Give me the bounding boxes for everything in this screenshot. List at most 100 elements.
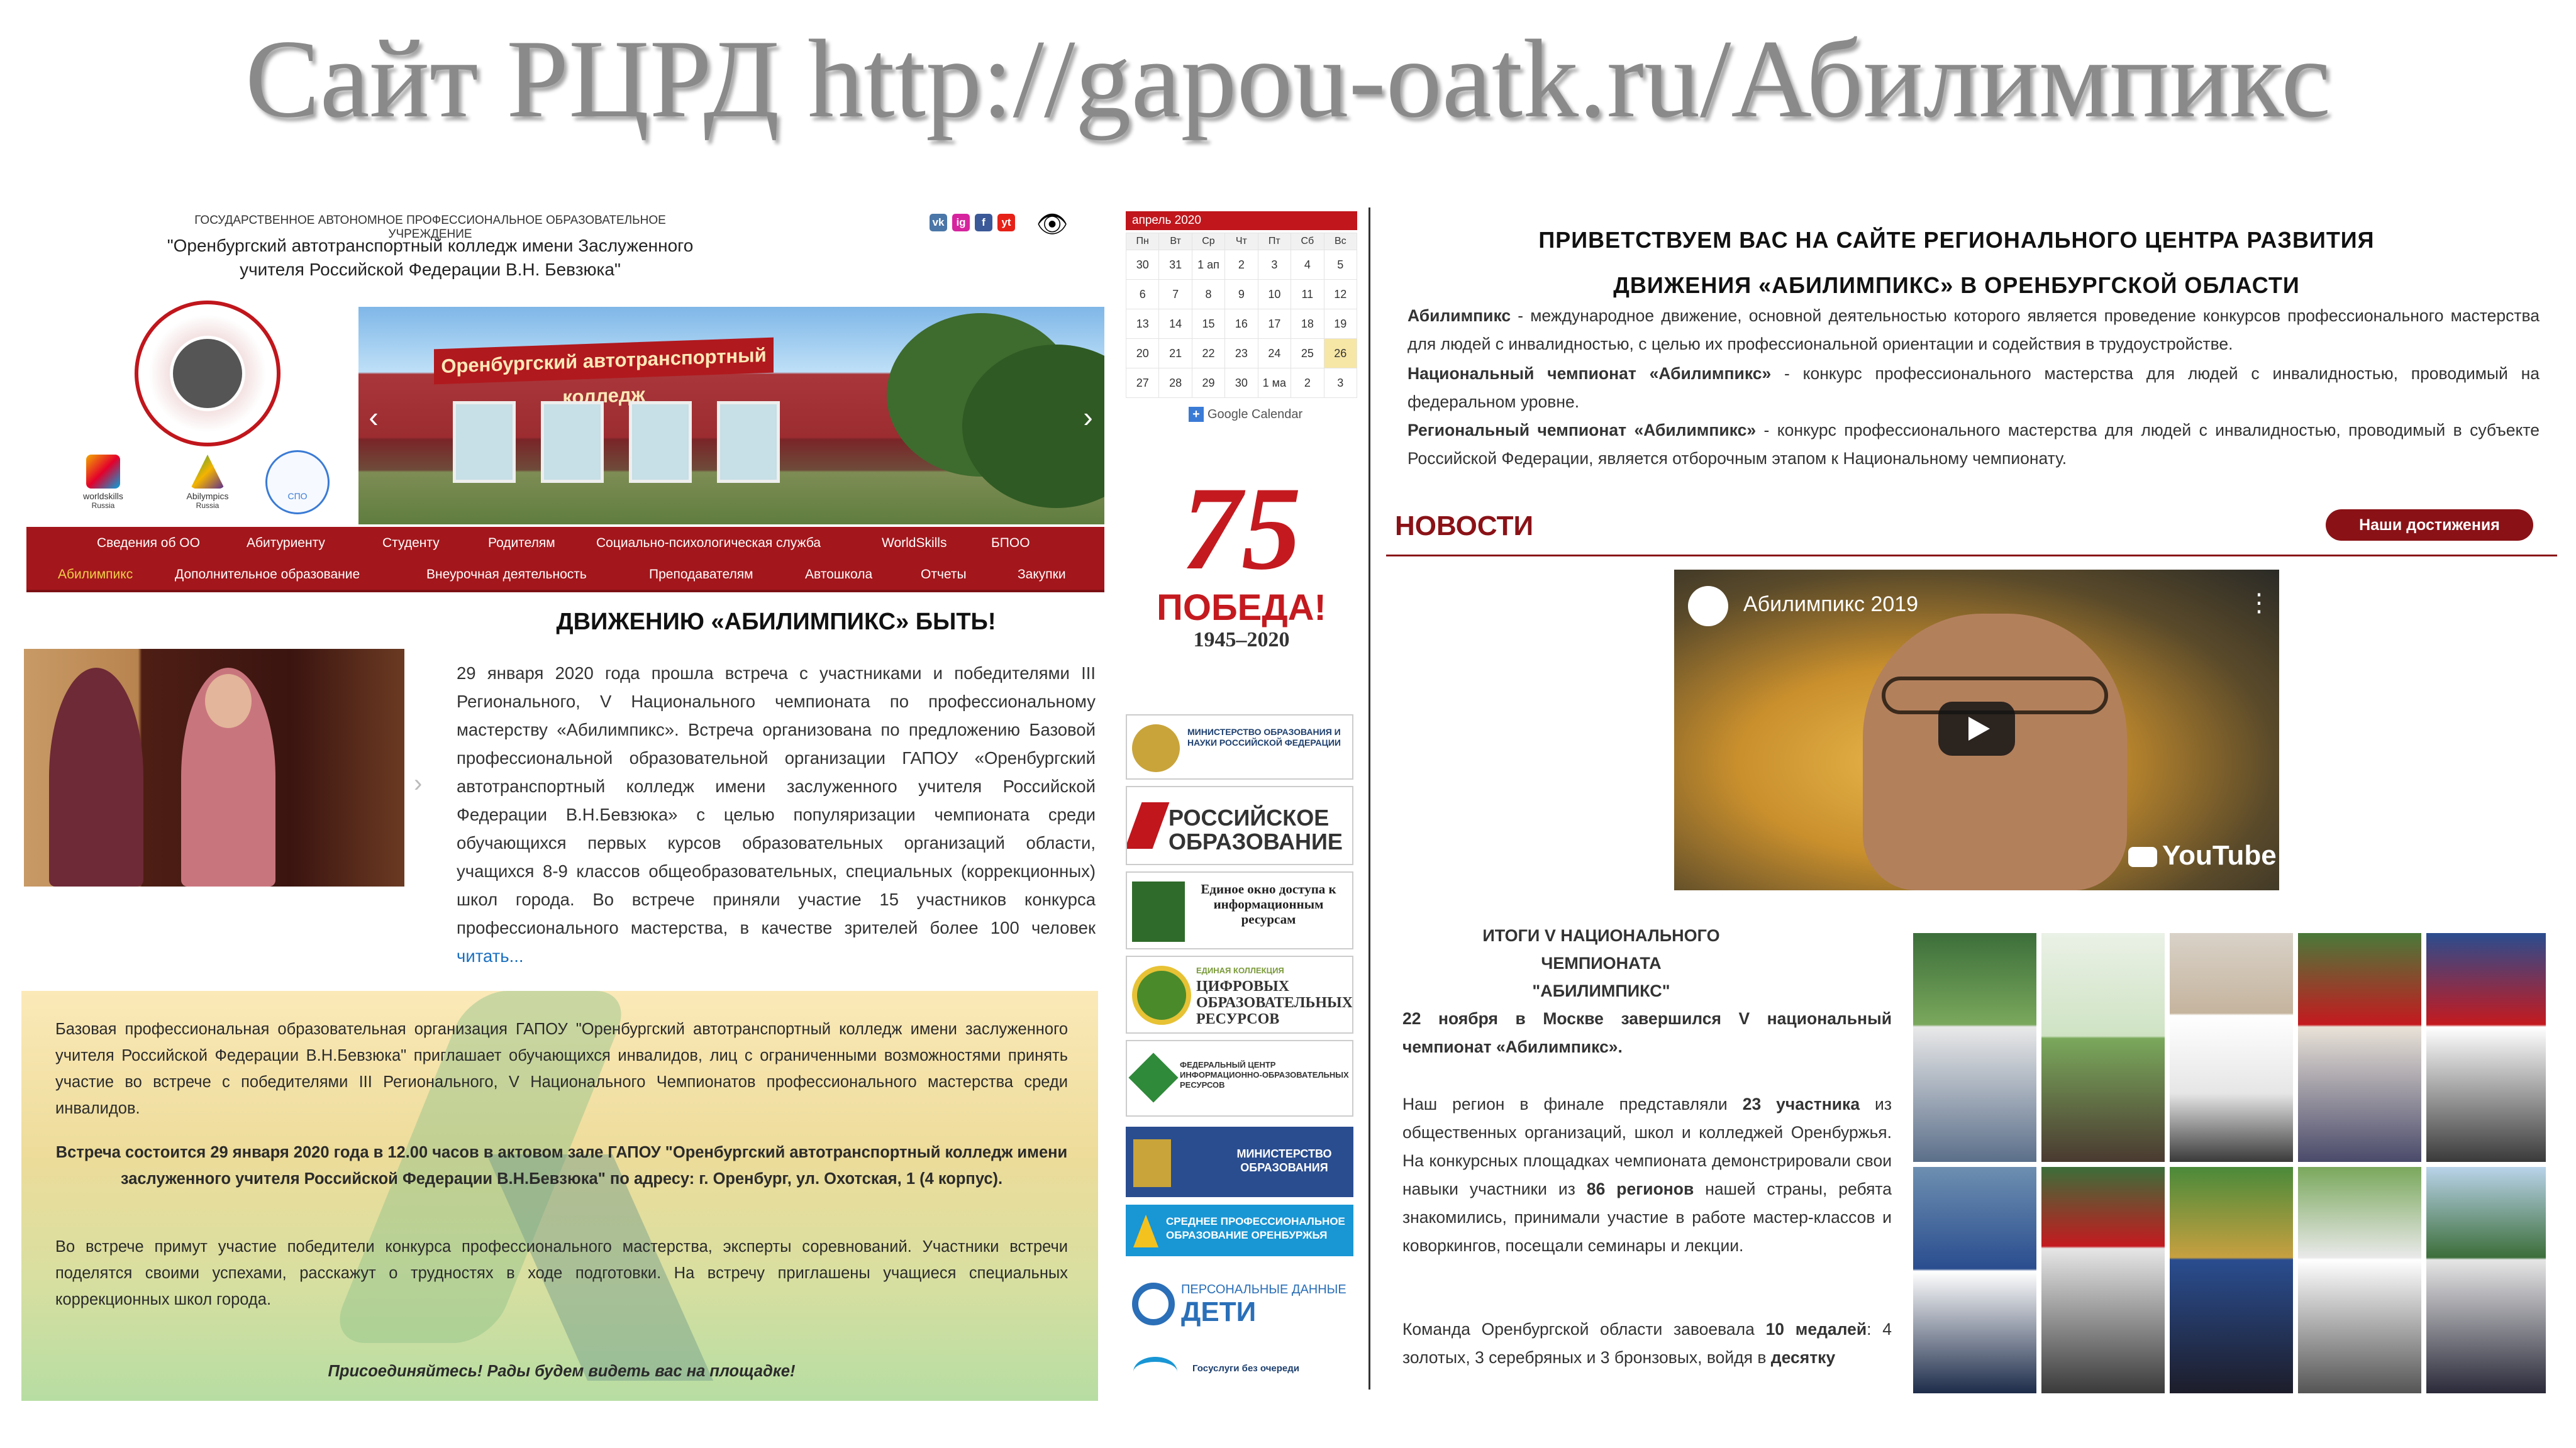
calendar-day[interactable]: 7 [1158,279,1192,309]
article-text: 29 января 2020 года прошла встреча с уча… [457,663,1096,937]
nav-item[interactable]: WorldSkills [882,536,947,551]
russian-education-banner[interactable]: РОССИЙСКОЕ ОБРАЗОВАНИЕ [1126,786,1353,865]
nav-item[interactable]: Студенту [382,536,440,551]
google-calendar-link[interactable]: + Google Calendar [1189,405,1357,424]
results-p2: Наш регион в финале представляли 23 учас… [1402,1090,1892,1260]
calendar-day[interactable]: 6 [1126,279,1160,309]
slider-next-icon[interactable]: › [1075,401,1101,433]
more-options-icon[interactable]: ⋮ [2246,589,2272,617]
nav-item[interactable]: Сведения об ОО [97,536,200,551]
calendar-day[interactable]: 14 [1158,309,1192,339]
youtube-icon[interactable]: yt [997,214,1015,231]
participant-photo[interactable] [2170,933,2293,1162]
flame-icon [1127,802,1170,849]
achievements-button[interactable]: Наши достижения [2326,509,2533,541]
slider-prev-icon[interactable]: ‹ [361,401,386,433]
article-photo[interactable] [24,649,404,887]
calendar-day[interactable]: 24 [1257,338,1292,368]
participant-photo[interactable] [2298,933,2421,1162]
calendar-day[interactable]: 1 ма [1257,368,1292,398]
play-button-icon[interactable] [1938,702,2015,756]
personal-data-banner[interactable]: ПЕРСОНАЛЬНЫЕ ДАННЫЕ ДЕТИ [1126,1268,1353,1334]
nav-item[interactable]: БПОО [991,536,1030,551]
calendar-day[interactable]: 29 [1191,368,1226,398]
calendar-day[interactable]: 5 [1323,250,1358,280]
cor-line1: ЕДИНАЯ КОЛЛЕКЦИЯ [1196,966,1284,975]
low-vision-eye-icon[interactable]: 👁 [1033,212,1072,237]
calendar-widget[interactable]: Пн Вт Ср Чт Пт Сб Вс 30 31 1 ап 2 3 4 5 … [1126,233,1358,398]
minobr-banner[interactable]: МИНИСТЕРСТВО ОБРАЗОВАНИЯ И НАУКИ РОССИЙС… [1126,714,1353,780]
gosuslugi-banner[interactable]: Госуслуги без очереди [1126,1349,1353,1387]
calendar-day[interactable]: 1 ап [1191,250,1226,280]
abilympics-logo[interactable]: Abilympics Russia [170,455,245,510]
calendar-day[interactable]: 15 [1191,309,1226,339]
nav-item[interactable]: Автошкола [805,567,872,582]
fcior-banner[interactable]: ФЕДЕРАЛЬНЫЙ ЦЕНТР ИНФОРМАЦИОННО-ОБРАЗОВА… [1126,1040,1353,1117]
chevron-right-icon[interactable]: › [414,770,422,798]
calendar-day[interactable]: 31 [1158,250,1192,280]
nav-item[interactable]: Отчеты [921,567,967,582]
nav-item-active[interactable]: Абилимпикс [58,567,133,582]
participant-photo[interactable] [2041,1167,2165,1393]
instagram-icon[interactable]: ig [952,214,970,231]
facebook-icon[interactable]: f [975,214,992,231]
spo-logo[interactable]: СПО [265,450,330,514]
participant-photo[interactable] [2426,1167,2546,1393]
read-more-link[interactable]: читать... [457,946,524,966]
calendar-day[interactable]: 2 [1224,250,1258,280]
college-logo[interactable] [135,301,280,446]
calendar-day[interactable]: 22 [1191,338,1226,368]
orenburg-minobr-banner[interactable]: МИНИСТЕРСТВО ОБРАЗОВАНИЯ [1126,1127,1353,1197]
calendar-day[interactable]: 8 [1191,279,1226,309]
vk-icon[interactable]: vk [930,214,947,231]
single-window-banner[interactable]: Единое окно доступа к информационным рес… [1126,871,1353,949]
calendar-day-today[interactable]: 26 [1323,338,1358,368]
nav-item[interactable]: Внеурочная деятельность [426,567,587,582]
calendar-day[interactable]: 11 [1291,279,1324,309]
calendar-day[interactable]: 16 [1224,309,1258,339]
calendar-day[interactable]: 19 [1323,309,1358,339]
nav-item[interactable]: Дополнительное образование [175,567,360,582]
calendar-day[interactable]: 28 [1158,368,1192,398]
youtube-logo[interactable]: YouTube [2128,840,2277,871]
cor-banner[interactable]: ЕДИНАЯ КОЛЛЕКЦИЯ ЦИФРОВЫХ ОБРАЗОВАТЕЛЬНЫ… [1126,956,1353,1034]
participant-photo[interactable] [1913,1167,2036,1393]
spo-orenburg-banner[interactable]: СРЕДНЕЕ ПРОФЕССИОНАЛЬНОЕ ОБРАЗОВАНИЕ ОРЕ… [1126,1205,1353,1256]
calendar-day[interactable]: 10 [1257,279,1292,309]
participant-photo[interactable] [2426,933,2546,1162]
building-photo-slider[interactable]: Оренбургский автотранспортный колледж ‹ … [358,307,1104,524]
calendar-day[interactable]: 27 [1126,368,1160,398]
worldskills-logo[interactable]: worldskills Russia [65,455,141,510]
calendar-day[interactable]: 17 [1257,309,1292,339]
calendar-day[interactable]: 18 [1291,309,1324,339]
calendar-day[interactable]: 20 [1126,338,1160,368]
calendar-day[interactable]: 12 [1323,279,1358,309]
calendar-day[interactable]: 30 [1126,250,1160,280]
calendar-day[interactable]: 3 [1323,368,1358,398]
nav-item[interactable]: Закупки [1018,567,1066,582]
participant-photo[interactable] [2170,1167,2293,1393]
video-title[interactable]: Абилимпикс 2019 [1743,592,1918,617]
nav-item[interactable]: Родителям [488,536,555,551]
calendar-day[interactable]: 4 [1291,250,1324,280]
victory-75-banner[interactable]: 75 ПОБЕДА! 1945–2020 [1135,469,1348,708]
calendar-day[interactable]: 9 [1224,279,1258,309]
participant-photo[interactable] [1913,933,2036,1162]
calendar-day[interactable]: 3 [1257,250,1292,280]
calendar-day[interactable]: 30 [1224,368,1258,398]
nav-item[interactable]: Преподавателям [649,567,753,582]
channel-avatar[interactable] [1688,586,1728,626]
calendar-day[interactable]: 2 [1291,368,1324,398]
participant-photo[interactable] [2041,933,2165,1162]
participant-photo[interactable] [2298,1167,2421,1393]
nav-item[interactable]: Абитуриенту [247,536,325,551]
article-title[interactable]: ДВИЖЕНИЮ «АБИЛИМПИКС» БЫТЬ! [462,609,1091,636]
calendar-day[interactable]: 25 [1291,338,1324,368]
results-highlight: десятку [1770,1348,1836,1367]
calendar-day[interactable]: 13 [1126,309,1160,339]
nav-item[interactable]: Социально-психологическая служба [596,536,821,551]
calendar-day[interactable]: 21 [1158,338,1192,368]
youtube-video-player[interactable]: Абилимпикс 2019 ⋮ YouTube [1674,570,2279,890]
calendar-day[interactable]: 23 [1224,338,1258,368]
orenburg-emblem-icon [1133,1139,1171,1187]
